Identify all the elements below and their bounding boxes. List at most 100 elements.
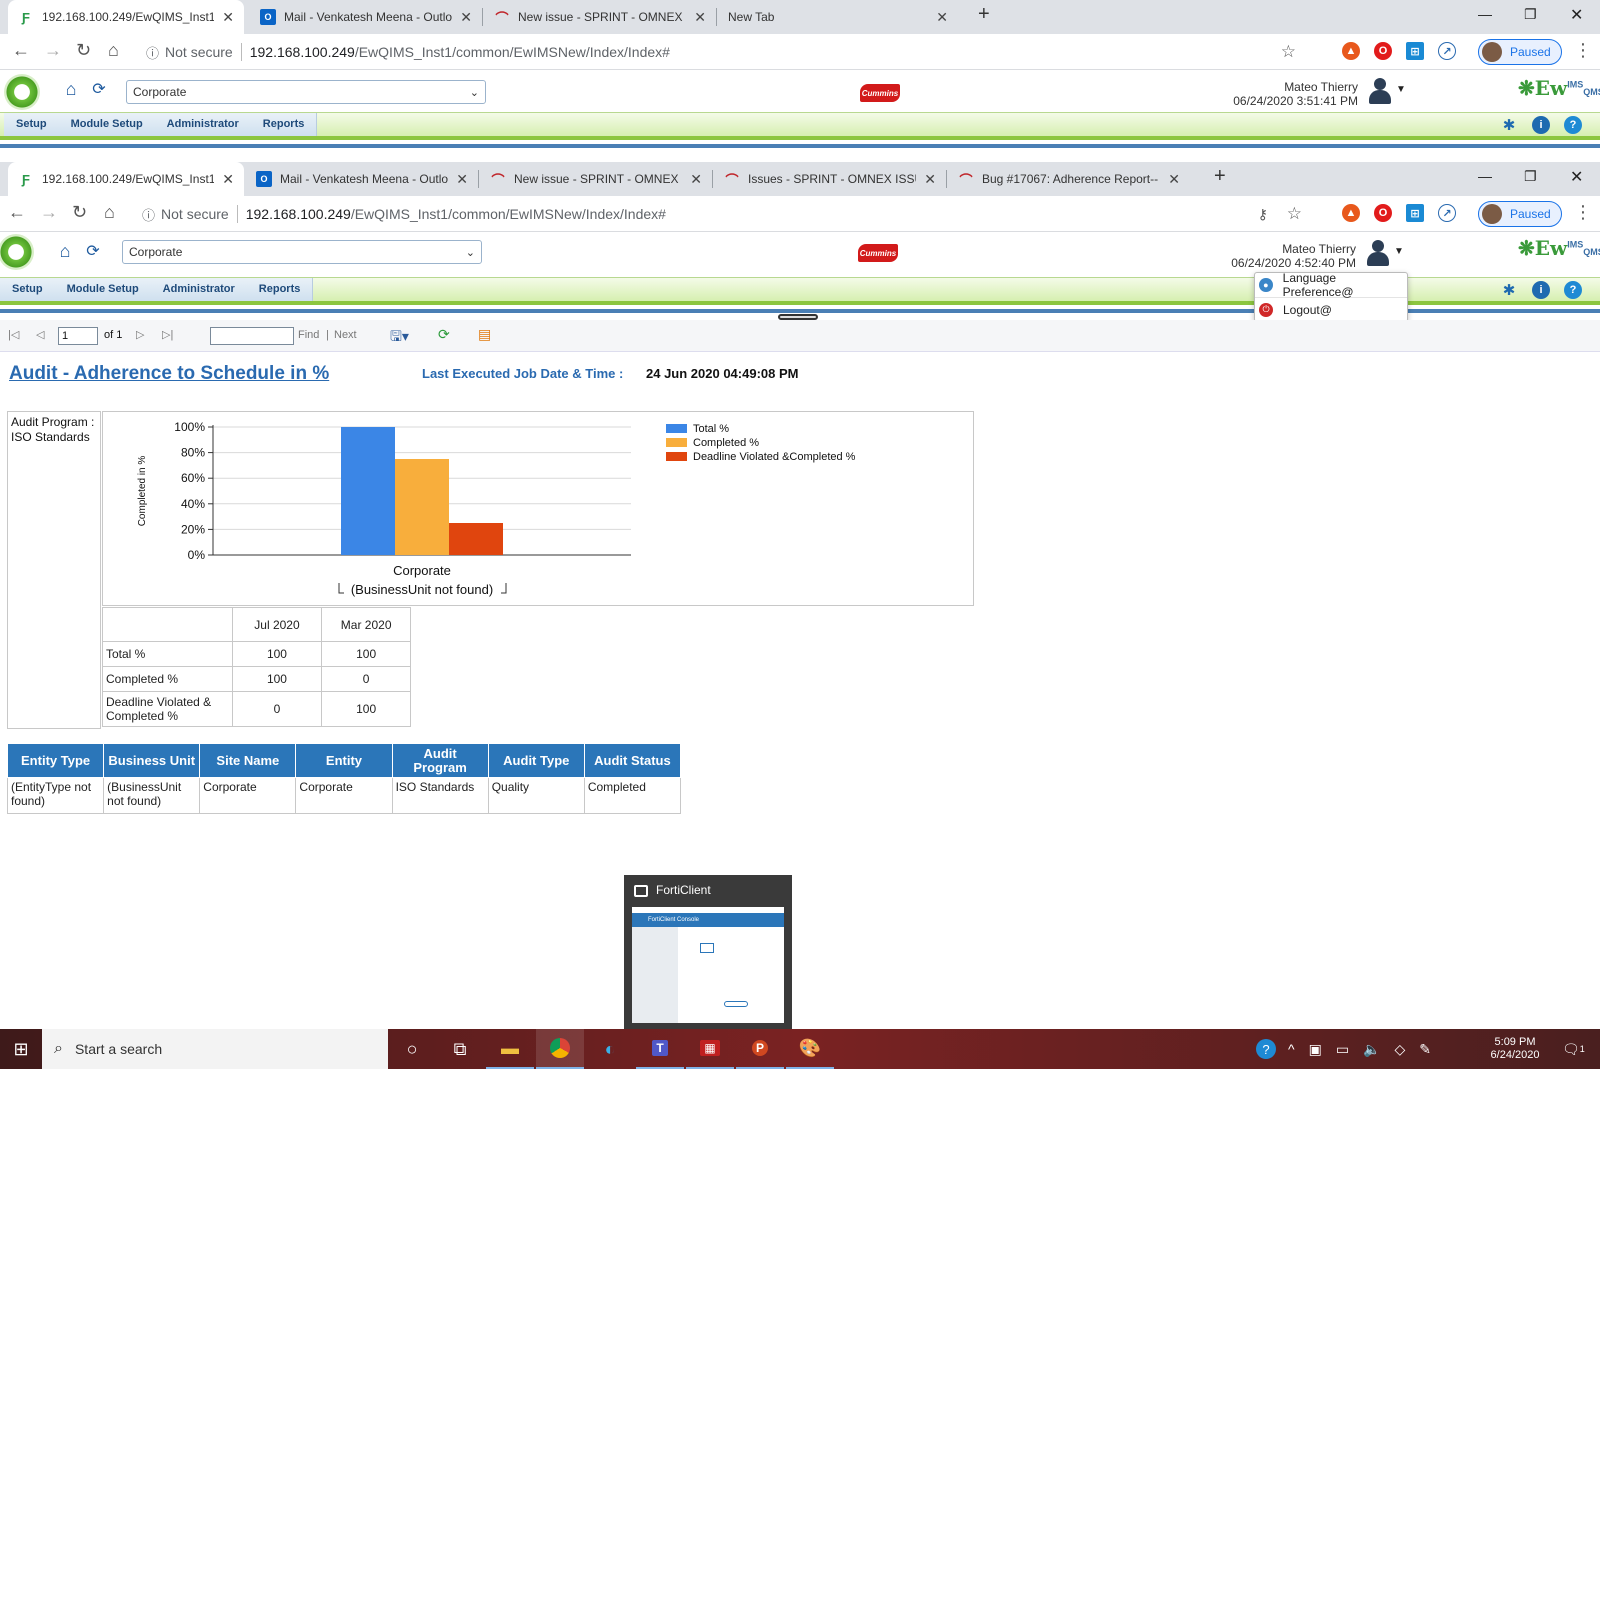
close-icon[interactable]: ✕ [222,9,234,26]
user-avatar-icon[interactable] [1366,76,1394,106]
find-input[interactable] [210,327,294,345]
pin-icon[interactable]: ✱ [1500,116,1518,134]
new-tab-button[interactable]: + [1214,165,1226,188]
close-icon[interactable]: ✕ [1168,171,1180,188]
language-preference-item[interactable]: ● Language Preference@ [1255,271,1407,299]
reload-icon[interactable]: ↻ [76,40,91,61]
close-icon[interactable]: ✕ [460,9,472,26]
prev-page-icon[interactable]: ◁ [36,328,44,341]
window2-tab-4[interactable]: ⌒ Bug #17067: Adherence Report-- ✕ [948,162,1190,196]
taskbar-search[interactable]: ⌕ Start a search [42,1029,388,1069]
window2-tab-1[interactable]: O Mail - Venkatesh Meena - Outloc ✕ [246,162,478,196]
reload-icon[interactable]: ↻ [72,202,87,223]
bookmark-star-icon[interactable]: ☆ [1287,204,1302,224]
report-title[interactable]: Audit - Adherence to Schedule in % [9,363,329,385]
help-icon[interactable]: ? [1564,116,1582,134]
caret-down-icon[interactable]: ▼ [1394,246,1404,257]
profile-paused-button[interactable]: Paused [1478,39,1562,65]
close-window-button[interactable]: ✕ [1570,5,1583,25]
page-number-input[interactable]: 1 [58,327,98,345]
info-icon[interactable]: i [1532,281,1550,299]
fire-extension-icon[interactable]: ▲ [1342,204,1360,222]
windows-extension-icon[interactable]: ⊞ [1406,42,1424,60]
profile-paused-button[interactable]: Paused [1478,201,1562,227]
caret-down-icon[interactable]: ▼ [1396,84,1406,95]
restore-button[interactable]: ❐ [1524,168,1537,185]
window1-tab-1[interactable]: O Mail - Venkatesh Meena - Outloc ✕ [250,0,482,34]
menu-module-setup[interactable]: Module Setup [59,113,155,136]
export-icon[interactable]: 🖫▾ [390,326,409,350]
close-icon[interactable]: ✕ [924,171,936,188]
business-unit-select[interactable]: Corporate ⌄ [122,240,482,264]
window2-tab-3[interactable]: ⌒ Issues - SPRINT - OMNEX ISSUE ✕ [714,162,946,196]
refresh-icon[interactable]: ⟳ [80,238,106,264]
windows-extension-icon[interactable]: ⊞ [1406,204,1424,222]
first-page-icon[interactable]: |◁ [8,328,19,341]
pen-icon[interactable]: ✎ [1419,1041,1431,1058]
home-icon[interactable]: ⌂ [52,238,78,264]
compass-extension-icon[interactable]: ↗ [1438,204,1456,222]
refresh-report-icon[interactable]: ⟳ [438,326,450,343]
home-icon[interactable]: ⌂ [104,202,115,223]
window1-tab-3[interactable]: New Tab ✕ [718,0,958,34]
dropbox-icon[interactable]: ◇ [1394,1041,1405,1058]
file-explorer-icon[interactable]: ▬ [486,1029,534,1069]
logout-item[interactable]: ⏻ Logout@ [1255,297,1407,321]
cortana-icon[interactable]: ○ [388,1029,436,1069]
home-icon[interactable]: ⌂ [58,76,84,102]
forticlient-thumbnail[interactable]: FortiClient FortiClient Console [624,875,792,1029]
close-icon[interactable]: ✕ [936,9,948,26]
task-view-icon[interactable]: ⧉ [436,1029,484,1069]
opera-extension-icon[interactable]: O [1374,42,1392,60]
column-header[interactable]: Business Unit [103,743,201,778]
menu-kebab-icon[interactable]: ⋮ [1574,40,1592,61]
column-header[interactable]: Audit Type [487,743,585,778]
paint-icon[interactable]: 🎨 [786,1029,834,1069]
network-status-icon[interactable]: ▣ [1309,1041,1322,1058]
forticlient-taskbar-icon[interactable]: ▦ [686,1029,734,1069]
minimize-button[interactable]: — [1478,6,1492,22]
bookmark-star-icon[interactable]: ☆ [1281,42,1296,62]
column-header[interactable]: Audit Status [583,743,682,778]
window2-tab-2[interactable]: ⌒ New issue - SPRINT - OMNEX ISS ✕ [480,162,712,196]
menu-module-setup[interactable]: Module Setup [55,278,151,301]
address-bar[interactable]: ⓘ Not secure 192.168.100.249/EwQIMS_Inst… [142,199,1312,229]
refresh-icon[interactable]: ⟳ [86,76,112,102]
close-icon[interactable]: ✕ [456,171,468,188]
restore-button[interactable]: ❐ [1524,6,1537,23]
menu-setup[interactable]: Setup [0,278,55,301]
teams-icon[interactable]: T [636,1029,684,1069]
column-header[interactable]: Site Name [199,743,297,778]
sun-logo-icon[interactable] [0,234,34,270]
find-link[interactable]: Find [298,329,319,341]
key-icon[interactable]: ⚷ [1258,206,1268,223]
next-link[interactable]: Next [334,329,357,341]
info-icon[interactable]: i [1532,116,1550,134]
close-icon[interactable]: ✕ [690,171,702,188]
home-icon[interactable]: ⌂ [108,40,119,61]
chevron-up-icon[interactable]: ^ [1288,1041,1295,1057]
window1-tab-0[interactable]: Ƒ 192.168.100.249/EwQIMS_Inst1/c ✕ [8,0,244,34]
column-header[interactable]: Entity Type [6,743,105,778]
window2-tab-0[interactable]: Ƒ 192.168.100.249/EwQIMS_Inst1/c ✕ [8,162,244,196]
windows-start-icon[interactable]: ⊞ [0,1029,42,1069]
user-avatar-icon[interactable] [1364,238,1392,268]
back-icon[interactable]: ← [12,40,30,61]
forward-icon[interactable]: → [44,40,62,61]
close-icon[interactable]: ✕ [222,171,234,188]
taskbar-clock[interactable]: 5:09 PM 6/24/2020 [1480,1036,1550,1062]
menu-reports[interactable]: Reports [251,113,317,136]
forward-icon[interactable]: → [40,202,58,223]
menu-setup[interactable]: Setup [4,113,59,136]
chrome-icon[interactable] [536,1029,584,1069]
compass-extension-icon[interactable]: ↗ [1438,42,1456,60]
battery-icon[interactable]: ▭ [1336,1041,1349,1058]
close-icon[interactable]: ✕ [694,9,706,26]
next-page-icon[interactable]: ▷ [136,328,144,341]
address-bar[interactable]: ⓘ Not secure 192.168.100.249/EwQIMS_Inst… [146,37,1306,67]
column-header[interactable]: Audit Program [391,743,489,778]
business-unit-select[interactable]: Corporate ⌄ [126,80,486,104]
close-window-button[interactable]: ✕ [1570,167,1583,187]
opera-extension-icon[interactable]: O [1374,204,1392,222]
pin-icon[interactable]: ✱ [1500,281,1518,299]
